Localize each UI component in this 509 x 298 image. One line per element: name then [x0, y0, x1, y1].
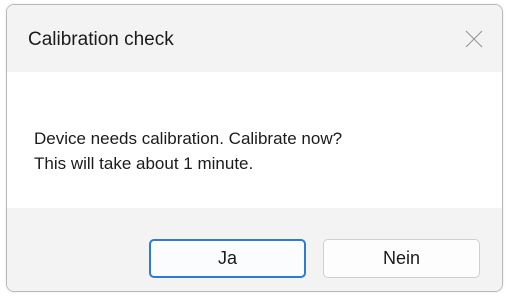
- close-icon: [465, 30, 483, 48]
- calibration-dialog: Calibration check Device needs calibrati…: [6, 4, 503, 292]
- dialog-message: Device needs calibration. Calibrate now?…: [34, 126, 342, 176]
- yes-button[interactable]: Ja: [149, 239, 306, 278]
- no-button[interactable]: Nein: [323, 239, 480, 278]
- dialog-titlebar: Calibration check: [7, 5, 502, 72]
- dialog-footer: Ja Nein: [7, 208, 502, 291]
- message-line-2: This will take about 1 minute.: [34, 154, 254, 173]
- dialog-title: Calibration check: [28, 29, 174, 50]
- dialog-content: Device needs calibration. Calibrate now?…: [7, 72, 502, 208]
- close-button[interactable]: [454, 19, 494, 59]
- message-line-1: Device needs calibration. Calibrate now?: [34, 129, 343, 148]
